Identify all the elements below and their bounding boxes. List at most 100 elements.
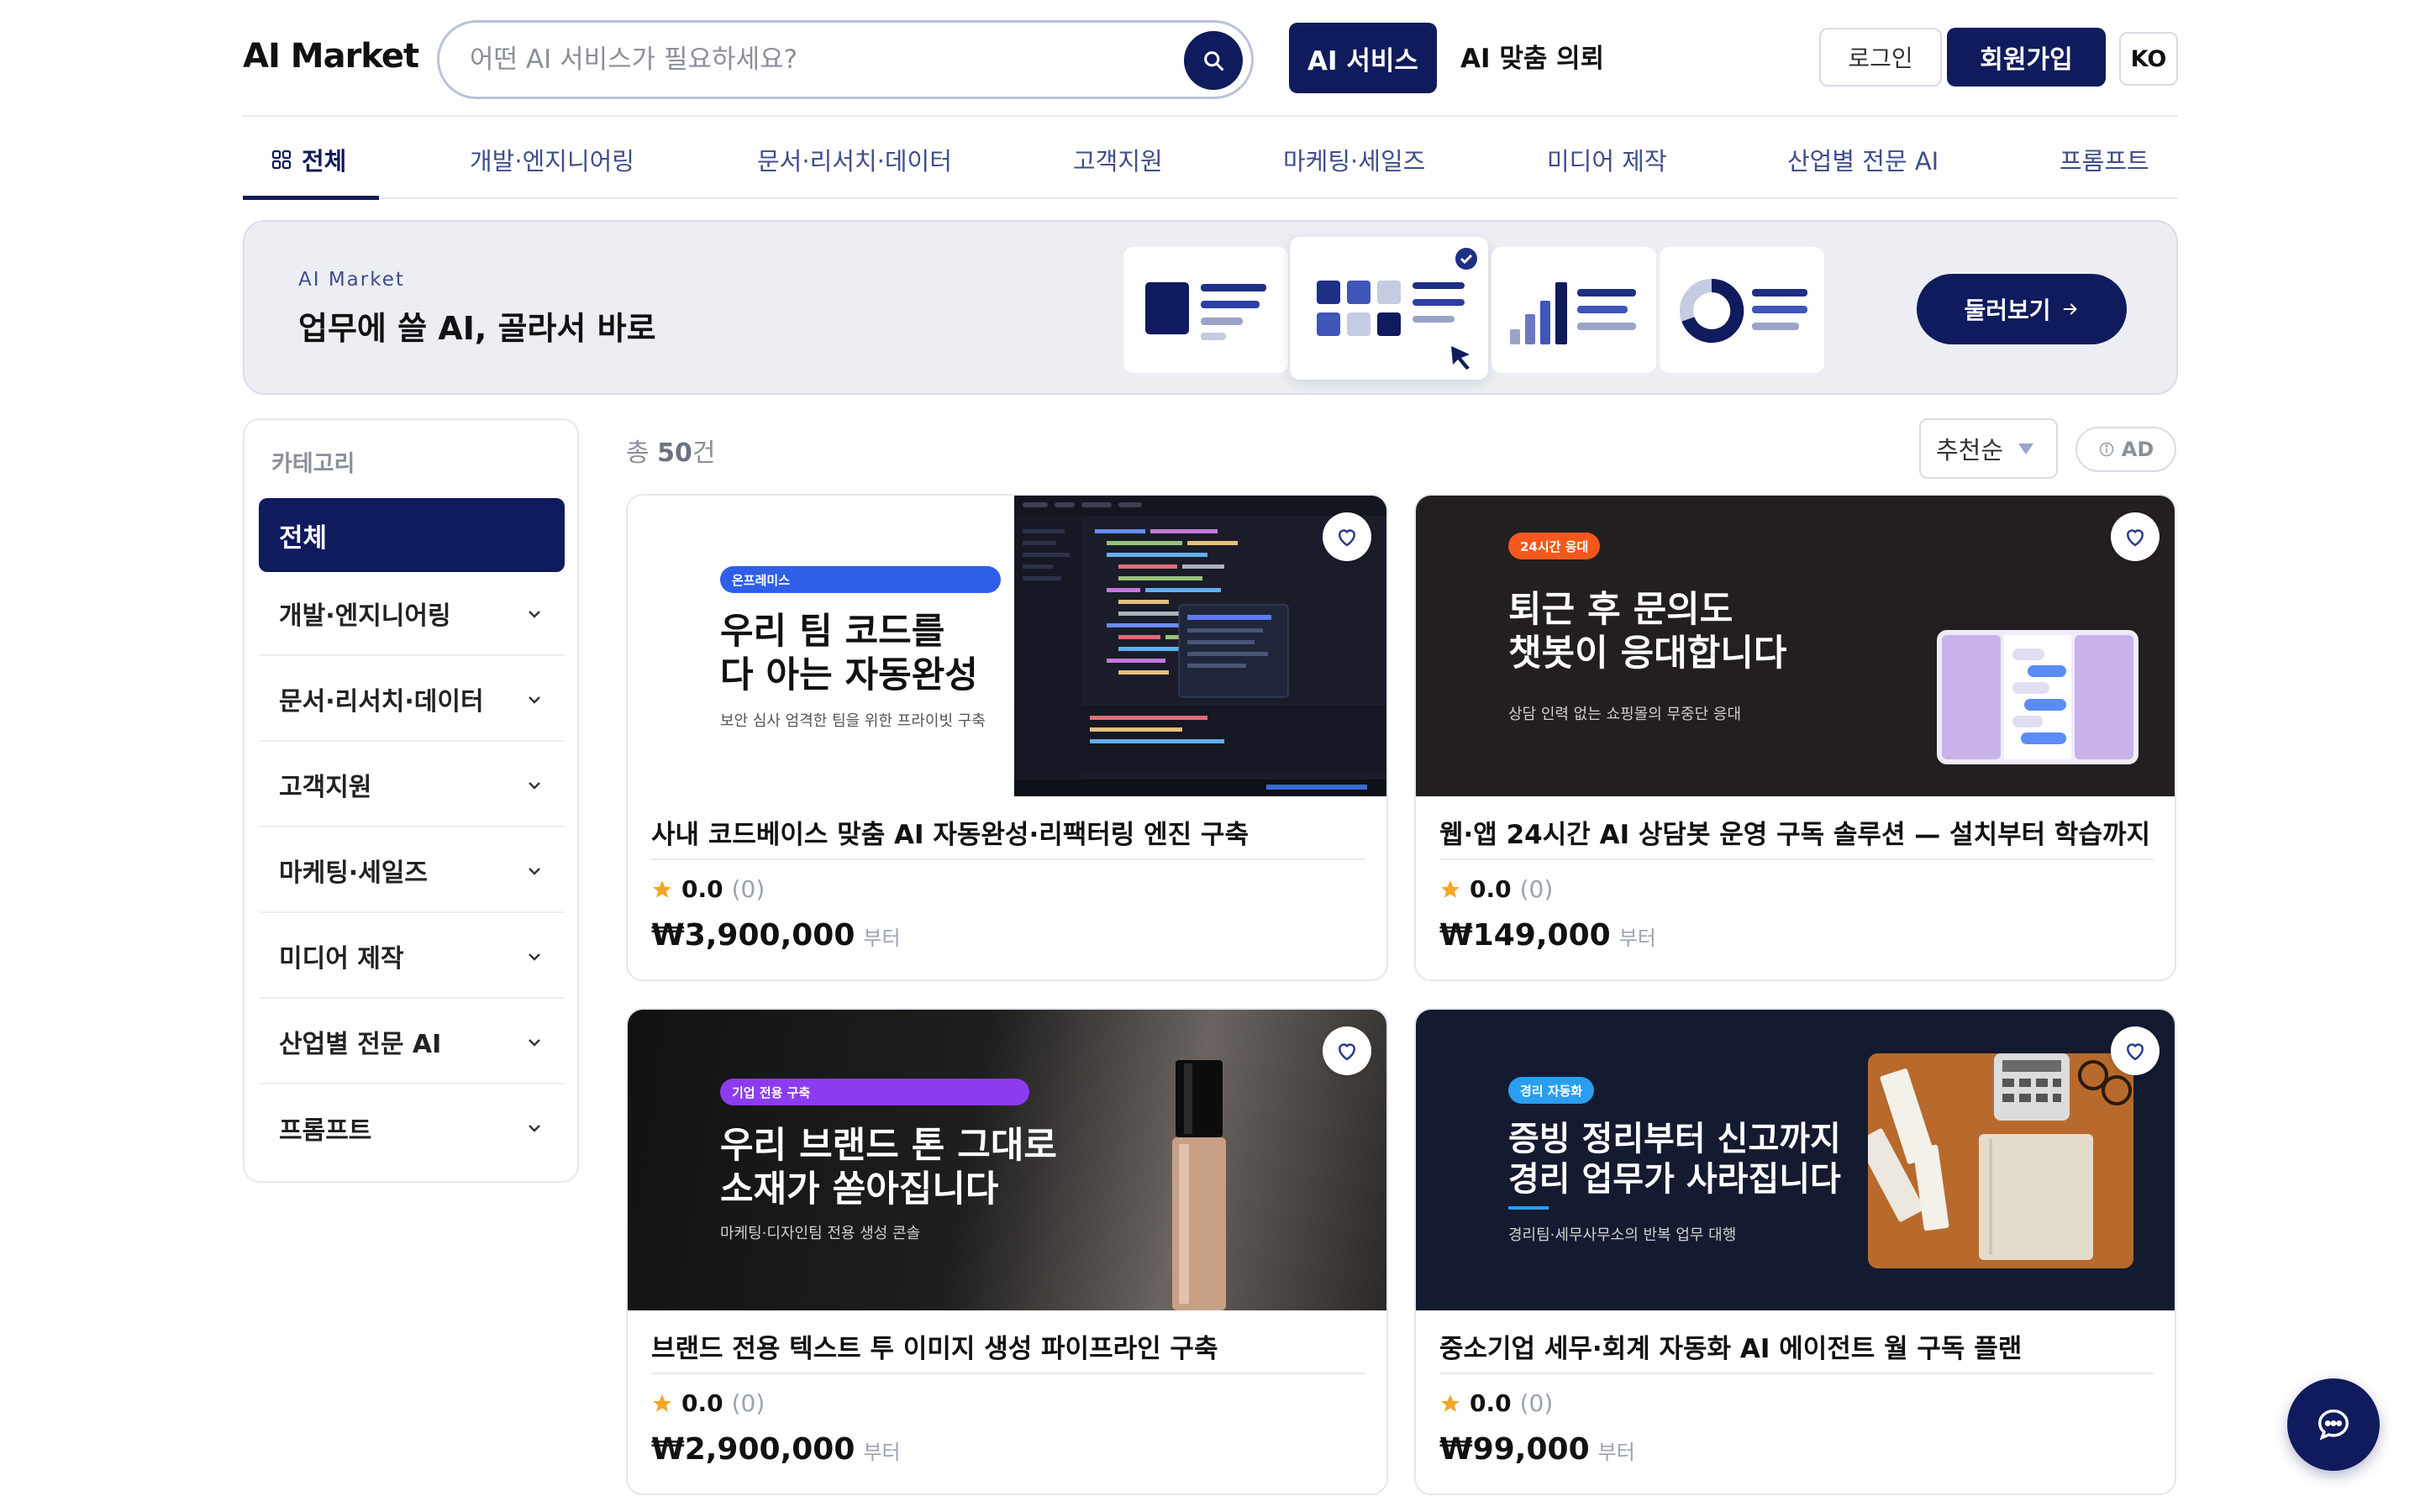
review-count: (0) bbox=[1519, 875, 1554, 903]
thumb-subtitle: 상담 인력 없는 쇼핑몰의 무중단 응대 bbox=[1508, 706, 1742, 723]
grid-icon bbox=[271, 150, 292, 170]
price-unit: 부터 bbox=[863, 1441, 901, 1464]
chevron-down-icon bbox=[529, 696, 540, 704]
sidebar-item-industry-ai[interactable]: 산업별 전문 AI bbox=[259, 1000, 565, 1084]
desk-photo-image bbox=[1868, 1053, 2133, 1268]
product-thumbnail: 기업 전용 구축 우리 브랜드 톤 그대로 소재가 쏟아집니다 마케팅·디자인팀… bbox=[628, 1010, 1386, 1310]
heart-icon bbox=[2126, 1043, 2144, 1061]
chevron-down-icon bbox=[529, 953, 540, 961]
product-rating: 0.0 (0) bbox=[651, 1389, 765, 1417]
favorite-button[interactable] bbox=[1323, 1026, 1371, 1075]
thumb-headline: 우리 브랜드 톤 그대로 소재가 쏟아집니다 bbox=[720, 1125, 1057, 1210]
product-card[interactable]: 경리 자동화 증빙 정리부터 신고까지 경리 업무가 사라집니다 경리팀·세무사… bbox=[1414, 1008, 2176, 1495]
chevron-down-icon bbox=[529, 1039, 540, 1047]
banner-illustration-chart bbox=[1491, 247, 1656, 373]
result-count-prefix: 총 bbox=[626, 438, 650, 468]
accent-line bbox=[1508, 1206, 1549, 1210]
chat-support-button[interactable] bbox=[2287, 1378, 2380, 1471]
caret-down-icon bbox=[2018, 444, 2034, 454]
product-thumbnail: 온프레미스 우리 팀 코드를 다 아는 자동완성 보안 심사 엄격한 팀을 위한… bbox=[628, 496, 1386, 796]
chat-window-image bbox=[1937, 630, 2139, 764]
tab-marketing-sales[interactable]: 마케팅·세일즈 bbox=[1283, 142, 1425, 177]
info-icon bbox=[2099, 442, 2114, 457]
sidebar-item-docs-research-data[interactable]: 문서·리서치·데이터 bbox=[259, 658, 565, 742]
sidebar-item-label: 개발·엔지니어링 bbox=[279, 601, 451, 631]
favorite-button[interactable] bbox=[2111, 1026, 2160, 1075]
tab-prompt[interactable]: 프롬프트 bbox=[2060, 142, 2149, 177]
banner-eyebrow: AI Market bbox=[298, 269, 405, 291]
tab-docs-research-data[interactable]: 문서·리서치·데이터 bbox=[757, 142, 952, 177]
sidebar-item-dev-engineering[interactable]: 개발·엔지니어링 bbox=[259, 572, 565, 656]
product-rating: 0.0 (0) bbox=[1439, 1389, 1553, 1417]
sidebar-item-all[interactable]: 전체 bbox=[259, 498, 565, 572]
sort-value: 추천순 bbox=[1936, 436, 2004, 465]
browse-button-label: 둘러보기 bbox=[1964, 297, 2051, 324]
product-title[interactable]: 중소기업 세무·회계 자동화 AI 에이전트 월 구독 플랜 bbox=[1439, 1327, 2154, 1365]
divider bbox=[651, 858, 1365, 860]
result-count: 총 50건 bbox=[626, 432, 716, 469]
favorite-button[interactable] bbox=[2111, 512, 2160, 561]
chat-bubble-icon bbox=[2317, 1409, 2349, 1441]
logo[interactable]: AI Market bbox=[243, 37, 419, 76]
price-value: ₩99,000 bbox=[1439, 1432, 1590, 1467]
product-badge: 온프레미스 bbox=[720, 566, 1001, 593]
chevron-down-icon bbox=[529, 868, 540, 875]
product-card[interactable]: 기업 전용 구축 우리 브랜드 톤 그대로 소재가 쏟아집니다 마케팅·디자인팀… bbox=[626, 1008, 1388, 1495]
review-count: (0) bbox=[1519, 1389, 1554, 1417]
language-selector[interactable]: KO bbox=[2119, 32, 2178, 86]
ad-label: AD bbox=[2121, 438, 2154, 461]
product-title[interactable]: 브랜드 전용 텍스트 투 이미지 생성 파이프라인 구축 bbox=[651, 1327, 1365, 1365]
product-price: ₩2,900,000 부터 bbox=[651, 1432, 901, 1467]
product-price: ₩3,900,000 부터 bbox=[651, 918, 901, 953]
thumb-subtitle: 경리팀·세무사무소의 반복 업무 대행 bbox=[1508, 1226, 1737, 1244]
sidebar-item-marketing-sales[interactable]: 마케팅·세일즈 bbox=[259, 829, 565, 913]
login-button[interactable]: 로그인 bbox=[1819, 28, 1942, 87]
tab-all[interactable]: 전체 bbox=[271, 142, 346, 177]
banner-illustration-donut bbox=[1660, 247, 1824, 373]
signup-button[interactable]: 회원가입 bbox=[1947, 28, 2106, 87]
nav-custom-request[interactable]: AI 맞춤 의뢰 bbox=[1460, 37, 1604, 75]
search-input[interactable] bbox=[470, 39, 1159, 80]
arrow-right-icon bbox=[2063, 303, 2077, 315]
browse-button[interactable]: 둘러보기 bbox=[1917, 274, 2127, 344]
product-card[interactable]: 24시간 응대 퇴근 후 문의도 챗봇이 응대합니다 상담 인력 없는 쇼핑몰의… bbox=[1414, 494, 2176, 981]
foundation-bottle-image bbox=[1172, 1060, 1226, 1310]
review-count: (0) bbox=[731, 1389, 765, 1417]
sort-dropdown[interactable]: 추천순 bbox=[1919, 418, 2058, 479]
sidebar-item-media-production[interactable]: 미디어 제작 bbox=[259, 915, 565, 999]
product-thumbnail: 24시간 응대 퇴근 후 문의도 챗봇이 응대합니다 상담 인력 없는 쇼핑몰의… bbox=[1416, 496, 2175, 796]
heart-icon bbox=[2126, 529, 2144, 547]
tab-industry-ai[interactable]: 산업별 전문 AI bbox=[1787, 142, 1939, 177]
ad-info-button[interactable]: AD bbox=[2075, 427, 2176, 472]
heart-icon bbox=[1338, 529, 1356, 547]
heart-icon bbox=[1338, 1043, 1356, 1061]
product-title[interactable]: 웹·앱 24시간 AI 상담봇 운영 구독 솔루션 — 설치부터 학습까지 bbox=[1439, 813, 2154, 851]
banner-title: 업무에 쓸 AI, 골라서 바로 bbox=[298, 310, 656, 347]
divider bbox=[651, 1373, 1365, 1374]
sidebar-item-customer-support[interactable]: 고객지원 bbox=[259, 743, 565, 827]
rating-value: 0.0 bbox=[681, 875, 723, 903]
active-tab-indicator bbox=[243, 196, 379, 200]
sidebar-item-prompt[interactable]: 프롬프트 bbox=[259, 1086, 565, 1170]
product-card[interactable]: 온프레미스 우리 팀 코드를 다 아는 자동완성 보안 심사 엄격한 팀을 위한… bbox=[626, 494, 1388, 981]
product-title[interactable]: 사내 코드베이스 맞춤 AI 자동완성·리팩터링 엔진 구축 bbox=[651, 813, 1365, 851]
tab-customer-support[interactable]: 고객지원 bbox=[1073, 142, 1163, 177]
tab-media-production[interactable]: 미디어 제작 bbox=[1547, 142, 1667, 177]
tab-label: 전체 bbox=[302, 147, 347, 176]
sidebar-item-label: 미디어 제작 bbox=[279, 944, 404, 974]
price-value: ₩3,900,000 bbox=[651, 918, 855, 953]
sidebar-item-label: 고객지원 bbox=[279, 773, 372, 802]
search-icon bbox=[1204, 51, 1224, 71]
thumb-headline: 증빙 정리부터 신고까지 경리 업무가 사라집니다 bbox=[1508, 1120, 1841, 1199]
search-button[interactable] bbox=[1184, 31, 1243, 90]
favorite-button[interactable] bbox=[1323, 512, 1371, 561]
nav-ai-services[interactable]: AI 서비스 bbox=[1289, 23, 1437, 93]
star-icon bbox=[1441, 1394, 1460, 1412]
tab-dev-engineering[interactable]: 개발·엔지니어링 bbox=[470, 142, 634, 177]
product-price: ₩99,000 부터 bbox=[1439, 1432, 1635, 1467]
result-count-suffix: 건 bbox=[692, 438, 716, 468]
star-icon bbox=[653, 1394, 671, 1412]
star-icon bbox=[1441, 879, 1460, 898]
banner-illustration-list bbox=[1123, 247, 1288, 373]
banner-illustration-grid bbox=[1290, 237, 1488, 380]
